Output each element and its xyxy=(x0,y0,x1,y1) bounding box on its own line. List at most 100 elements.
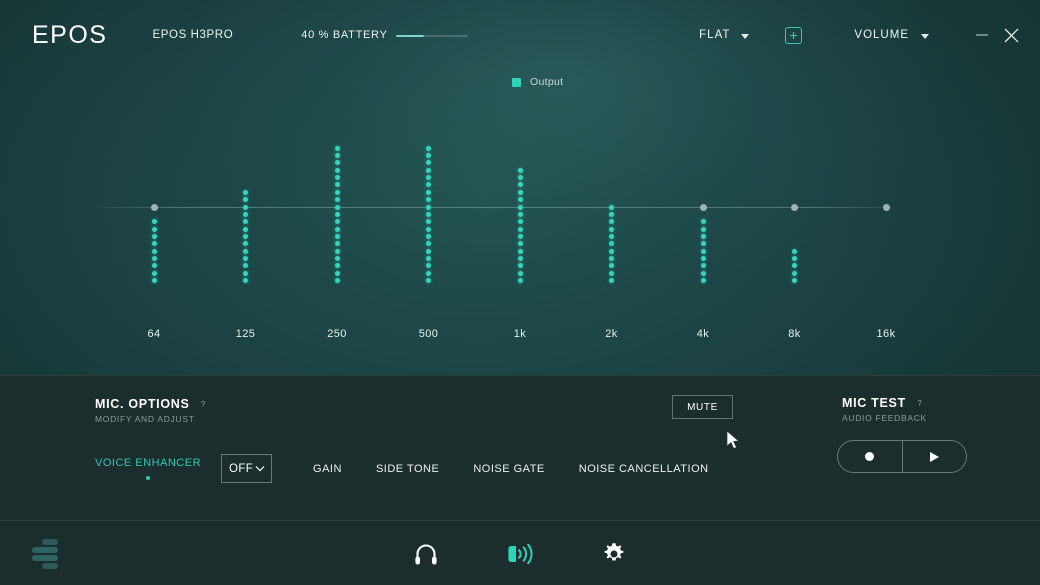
eq-dot xyxy=(700,255,706,261)
eq-dot xyxy=(151,255,157,261)
nav-headphone-button[interactable] xyxy=(408,536,444,572)
eq-dot xyxy=(609,219,614,225)
eq-dot xyxy=(334,241,340,247)
close-button[interactable] xyxy=(1003,27,1020,44)
eq-dot xyxy=(151,278,157,283)
mic-test-controls xyxy=(837,440,967,473)
nav-settings-button[interactable] xyxy=(596,536,632,572)
eq-dot xyxy=(151,241,157,247)
eq-band-label-16k: 16k xyxy=(876,328,896,340)
eq-dot xyxy=(426,226,431,232)
eq-band-handle[interactable] xyxy=(882,203,890,211)
eq-dot xyxy=(243,248,248,254)
voice-enhancer-label: VOICE ENHANCER xyxy=(95,457,202,469)
eq-dot xyxy=(426,175,431,181)
eq-dot xyxy=(517,233,523,239)
eq-dot xyxy=(517,219,523,225)
equalizer-plot[interactable]: 64 125 250 500 1k 2k 4k 8k 16k xyxy=(0,70,1040,375)
eq-preset-dropdown[interactable]: FLAT xyxy=(699,29,750,41)
volume-dropdown[interactable]: VOLUME xyxy=(854,29,929,41)
eq-dot xyxy=(609,263,614,269)
eq-dot xyxy=(334,189,340,195)
eq-band-label-1k: 1k xyxy=(513,328,527,340)
eq-dot xyxy=(334,204,340,210)
eq-band-handle[interactable] xyxy=(150,203,158,211)
eq-dot xyxy=(426,160,431,166)
tab-noise-cancellation[interactable]: NOISE CANCELLATION xyxy=(579,463,709,475)
voice-enhancer-dropdown[interactable]: OFF xyxy=(221,454,273,483)
eq-preset-label: FLAT xyxy=(699,29,731,41)
eq-dot xyxy=(426,270,431,276)
mic-test-record-button[interactable] xyxy=(838,441,903,472)
help-icon[interactable]: ? xyxy=(914,398,925,409)
eq-dot xyxy=(609,226,614,232)
equalizer-panel: Output 64 125 250 500 1k 2k 4k 8k 16k xyxy=(0,70,1040,375)
eq-dot xyxy=(334,160,340,166)
eq-dot xyxy=(426,278,431,283)
eq-dot xyxy=(517,197,523,203)
eq-dot xyxy=(243,255,248,261)
eq-dot xyxy=(792,248,797,254)
eq-dot xyxy=(792,278,797,283)
tab-voice-enhancer[interactable]: VOICE ENHANCER xyxy=(95,457,201,480)
eq-dot xyxy=(700,248,706,254)
eq-dot xyxy=(243,219,248,225)
active-tab-indicator xyxy=(146,476,151,480)
eq-dot xyxy=(700,263,706,269)
device-name: EPOS H3PRO xyxy=(152,29,234,41)
eq-dot xyxy=(700,270,706,276)
eq-dot xyxy=(426,189,431,195)
eq-dot xyxy=(243,189,248,195)
eq-band-handle[interactable] xyxy=(699,203,707,211)
eq-dot xyxy=(151,263,157,269)
eq-band-label-250: 250 xyxy=(327,328,347,340)
play-icon xyxy=(929,451,939,462)
mute-button[interactable]: MUTE xyxy=(672,395,733,419)
mic-options-title: MIC. OPTIONS xyxy=(95,397,190,411)
eq-dot xyxy=(334,219,340,225)
eq-dot xyxy=(609,241,614,247)
eq-band-handle[interactable] xyxy=(791,203,798,211)
gear-icon xyxy=(604,542,624,561)
eq-dot xyxy=(334,211,340,217)
eq-dot xyxy=(517,226,523,232)
help-icon[interactable]: ? xyxy=(198,399,209,410)
eq-dot xyxy=(426,233,431,239)
add-preset-button[interactable] xyxy=(785,26,803,44)
mic-test-play-button[interactable] xyxy=(903,441,967,472)
eq-dot xyxy=(334,278,340,283)
eq-dot xyxy=(517,278,523,283)
eq-dot xyxy=(426,204,431,210)
eq-dot xyxy=(243,226,248,232)
eq-dot xyxy=(334,270,340,276)
eq-dot xyxy=(609,204,614,210)
eq-dot xyxy=(151,270,157,276)
header-controls: FLAT VOLUME xyxy=(699,26,1040,44)
eq-dot xyxy=(334,182,340,188)
eq-dot xyxy=(426,167,431,173)
eq-dot xyxy=(334,175,340,181)
eq-dot xyxy=(243,263,248,269)
chevron-down-icon xyxy=(921,33,929,39)
plus-icon xyxy=(790,31,798,39)
eq-dot xyxy=(243,197,248,203)
eq-dot xyxy=(426,219,431,225)
tab-side-tone[interactable]: SIDE TONE xyxy=(376,463,439,475)
record-icon xyxy=(865,452,875,461)
window-buttons xyxy=(975,27,1020,44)
eq-band-label-64: 64 xyxy=(147,328,161,340)
eq-dot xyxy=(517,189,523,195)
tab-gain[interactable]: GAIN xyxy=(313,463,342,475)
eq-dot xyxy=(334,226,340,232)
eq-dot xyxy=(334,197,340,203)
eq-dot xyxy=(426,182,431,188)
tab-noise-gate[interactable]: NOISE GATE xyxy=(473,463,544,475)
mic-test-title: MIC TEST xyxy=(842,396,906,410)
minimize-icon xyxy=(976,34,988,36)
minimize-button[interactable] xyxy=(975,28,989,42)
eq-dot xyxy=(243,241,248,247)
nav-microphone-button[interactable] xyxy=(502,536,538,572)
eq-dot xyxy=(517,211,523,217)
battery-bar-fill xyxy=(395,34,425,37)
eq-dot xyxy=(334,263,340,269)
